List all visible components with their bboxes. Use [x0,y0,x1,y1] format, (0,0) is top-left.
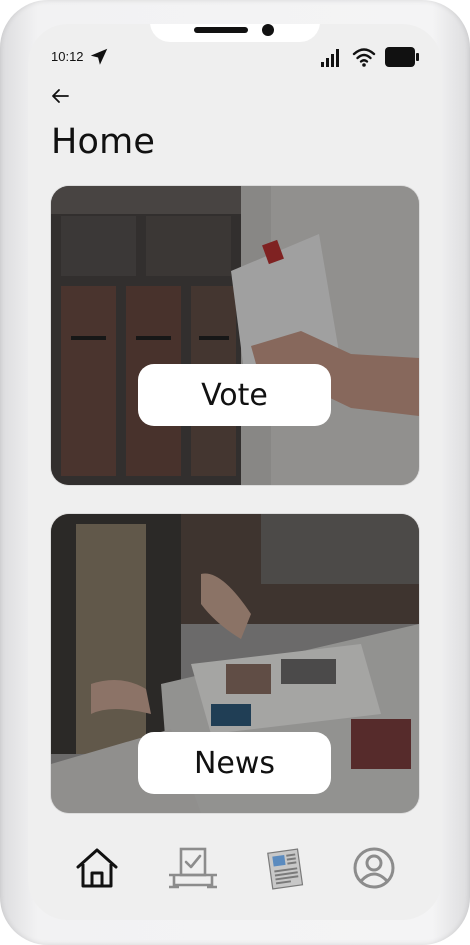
tab-home[interactable] [69,840,125,896]
tab-vote[interactable] [165,840,221,896]
user-profile-icon [353,847,395,889]
back-arrow-icon [52,89,69,103]
newspaper-icon [267,848,304,890]
back-button[interactable] [48,84,72,108]
front-camera [262,24,274,36]
vote-card-label: Vote [138,364,331,426]
wifi-icon [352,48,376,67]
page-title: Home [51,122,156,162]
ballot-box-icon [169,847,217,889]
home-icon [76,848,118,888]
bottom-tab-bar [28,840,442,900]
vote-card[interactable]: Vote [51,186,419,485]
app-screen: 10:12 Home Vote News [28,24,442,920]
cellular-signal-icon [321,49,339,67]
device-notch [150,24,320,42]
status-time: 10:12 [51,49,84,64]
news-card[interactable]: News [51,514,419,813]
location-arrow-icon [90,48,108,65]
tab-profile[interactable] [346,840,402,896]
tab-news[interactable] [257,840,313,896]
battery-icon [385,47,419,67]
speaker-grille [194,27,248,33]
news-card-label: News [138,732,331,794]
vote-card-image [51,186,419,485]
